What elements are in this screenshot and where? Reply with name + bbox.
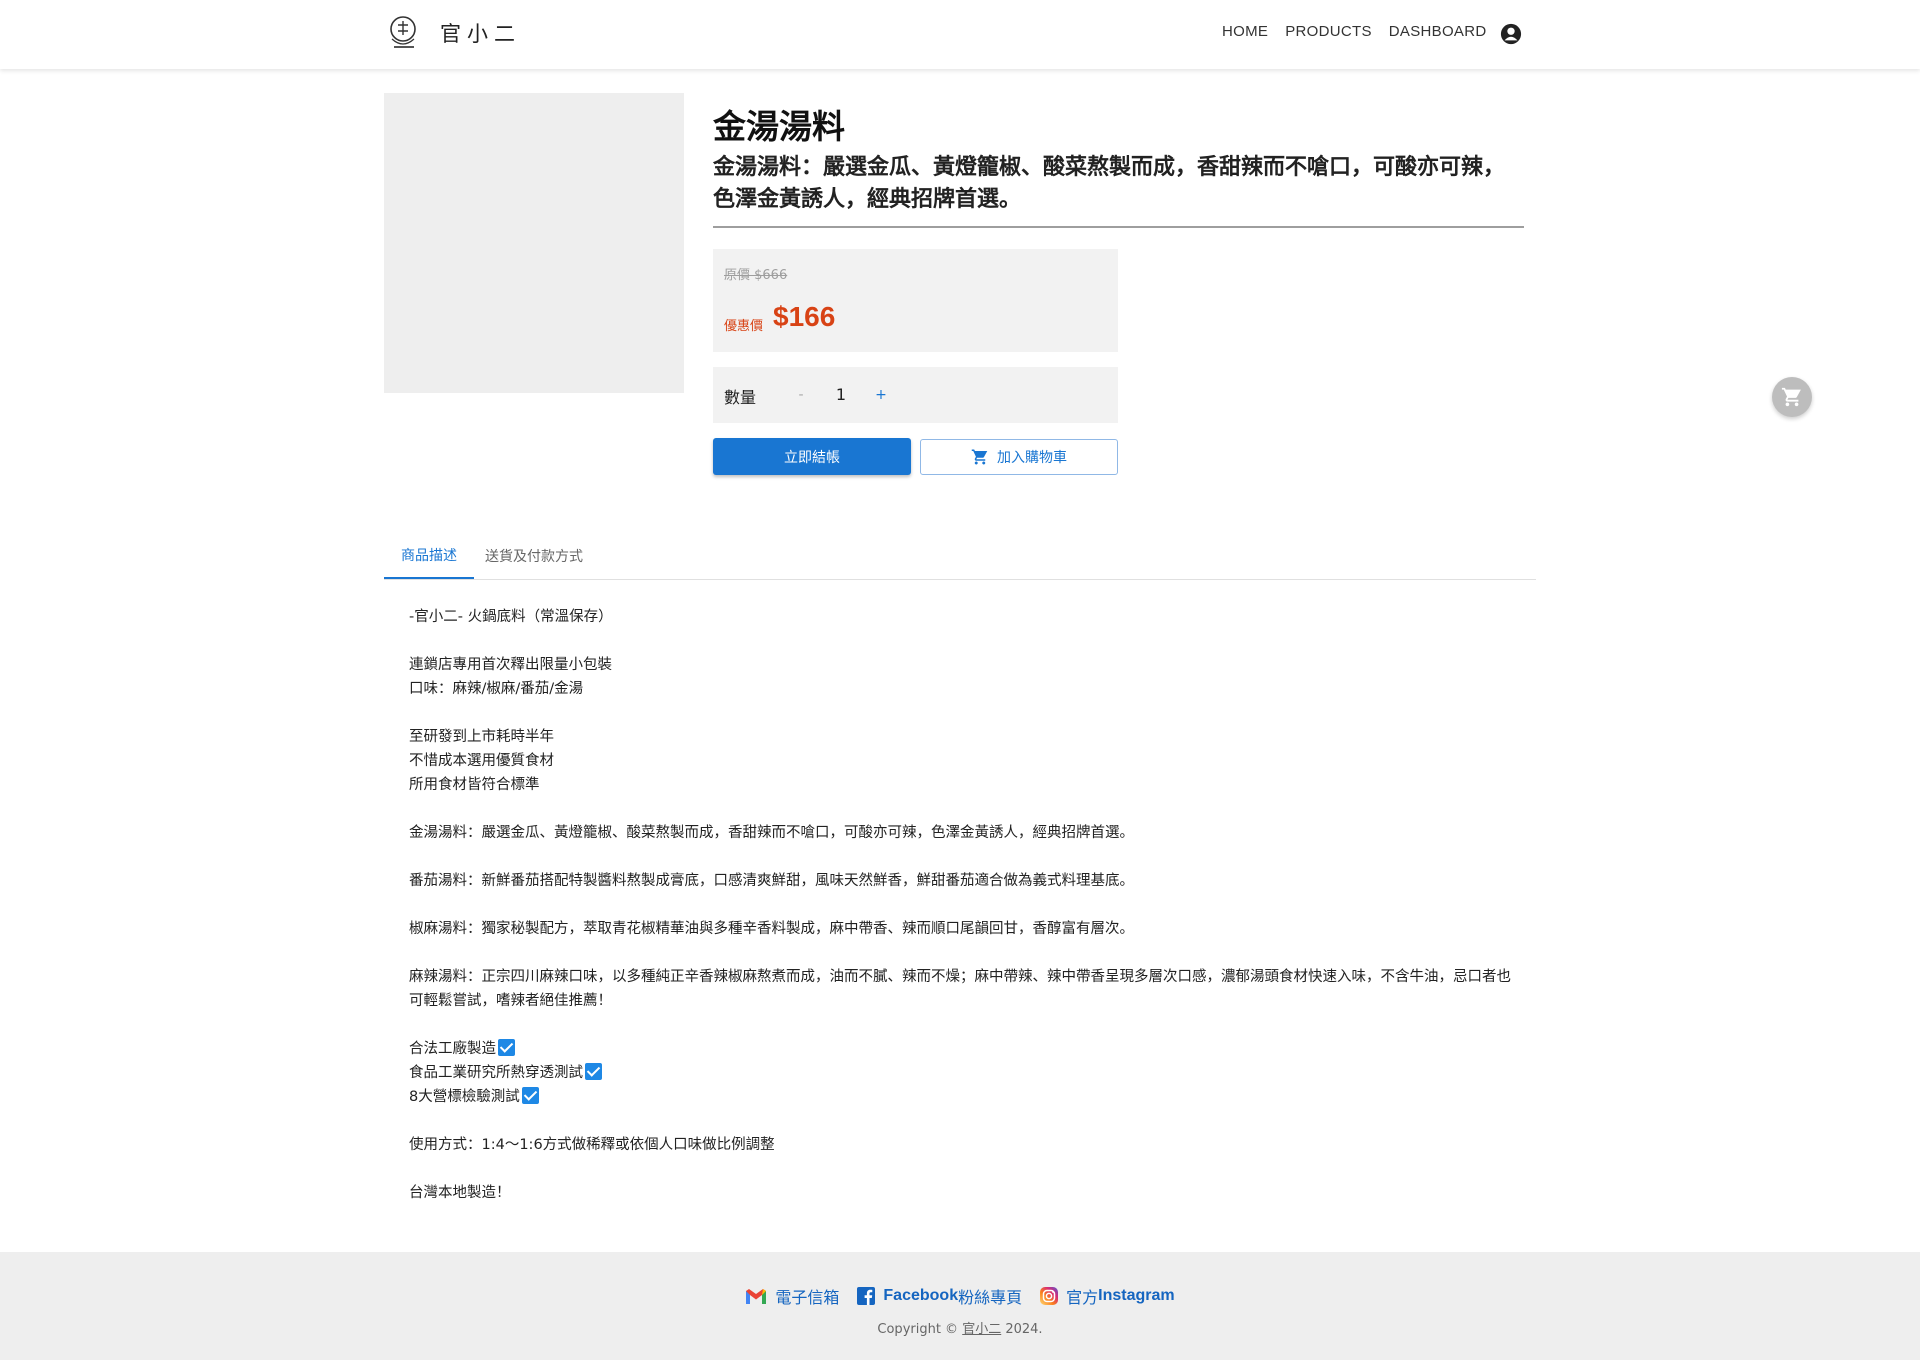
quantity-input[interactable]: 1: [816, 381, 866, 409]
description-line: 使用方式：1:4～1:6方式做稀釋或依個人口味做比例調整: [409, 1133, 1519, 1157]
description-line-text: 連鎖店專用首次釋出限量小包裝: [409, 657, 612, 673]
description-spacer: [409, 629, 1519, 653]
description-line: 連鎖店專用首次釋出限量小包裝: [409, 653, 1519, 677]
description-line-text: 食品工業研究所熱穿透測試: [409, 1065, 583, 1081]
brand-logo-icon[interactable]: [388, 15, 420, 51]
shopping-cart-icon: [971, 449, 988, 465]
copyright-prefix: Copyright ©: [877, 1322, 963, 1337]
instagram-link-pre: 官方: [1066, 1288, 1099, 1307]
copyright-year: 2024.: [1001, 1322, 1043, 1337]
quantity-label: 數量: [724, 388, 757, 407]
instagram-icon: [1040, 1287, 1059, 1305]
checkmark-icon: [585, 1063, 602, 1080]
description-line-text: 口味：麻辣/椒麻/番茄/金湯: [409, 681, 584, 697]
email-link[interactable]: 電子信箱: [745, 1284, 839, 1308]
quantity-increase-button[interactable]: +: [866, 381, 896, 409]
checkmark-icon: [498, 1039, 515, 1056]
description-line: 台灣本地製造！: [409, 1181, 1519, 1205]
description-line: 合法工廠製造: [409, 1037, 1519, 1061]
brand-name[interactable]: 官小二: [440, 18, 521, 48]
facebook-link[interactable]: Facebook 粉絲專頁: [857, 1284, 1022, 1308]
description-spacer: [409, 797, 1519, 821]
description-spacer: [409, 1013, 1519, 1037]
description-line: 番茄湯料：新鮮番茄搭配特製醬料熬製成膏底，口感清爽鮮甜，風味天然鮮香，鮮甜番茄適…: [409, 869, 1519, 893]
account-circle-icon[interactable]: [1500, 23, 1522, 45]
top-app-bar: 官小二 HOME PRODUCTS DASHBOARD: [0, 0, 1920, 69]
original-price: 原價 $666: [724, 268, 788, 283]
nav-home-link[interactable]: HOME: [1222, 23, 1268, 40]
description-line-text: 使用方式：1:4～1:6方式做稀釋或依個人口味做比例調整: [409, 1137, 775, 1153]
description-line-text: 不惜成本選用優質食材: [409, 753, 554, 769]
main-nav: HOME PRODUCTS DASHBOARD: [1222, 23, 1504, 40]
description-line-text: 8大營標檢驗測試: [409, 1089, 520, 1105]
gmail-icon: [746, 1288, 767, 1304]
shopping-cart-icon: [1781, 387, 1801, 407]
tab-shipping-payment[interactable]: 送貨及付款方式: [474, 533, 594, 579]
product-image-placeholder: [384, 93, 684, 393]
description-line: -官小二- 火鍋底料（常溫保存）: [409, 605, 1519, 629]
instagram-link-bold: Instagram: [1098, 1287, 1175, 1304]
description-line: 8大營標檢驗測試: [409, 1085, 1519, 1109]
description-spacer: [409, 941, 1519, 965]
footer-links: 電子信箱 Facebook 粉絲專頁 官方 Instagram: [0, 1284, 1920, 1308]
description-line-text: 所用食材皆符合標準: [409, 777, 540, 793]
sale-price: $166: [773, 301, 836, 332]
description-spacer: [409, 701, 1519, 725]
instagram-link[interactable]: 官方 Instagram: [1040, 1284, 1175, 1308]
description-line-text: 台灣本地製造！: [409, 1185, 511, 1201]
description-line: 食品工業研究所熱穿透測試: [409, 1061, 1519, 1085]
facebook-icon: [857, 1287, 876, 1305]
product-tabs: 商品描述 送貨及付款方式: [384, 533, 1536, 580]
add-to-cart-label: 加入購物車: [997, 450, 1067, 466]
facebook-link-bold: Facebook: [883, 1287, 959, 1304]
tab-description[interactable]: 商品描述: [384, 533, 474, 579]
description-line: 不惜成本選用優質食材: [409, 749, 1519, 773]
description-line-text: 麻辣湯料：正宗四川麻辣口味，以多種純正辛香辣椒麻熬煮而成，油而不膩、辣而不燥；麻…: [409, 969, 1511, 1009]
nav-dashboard-link[interactable]: DASHBOARD: [1389, 23, 1487, 40]
copyright-brand-link[interactable]: 官小二: [962, 1322, 1001, 1337]
product-summary: 金湯湯料：嚴選金瓜、黃燈籠椒、酸菜熬製而成，香甜辣而不嗆口，可酸亦可辣，色澤金黃…: [713, 155, 1506, 212]
checkout-now-label: 立即結帳: [784, 449, 840, 466]
floating-cart-button[interactable]: [1772, 377, 1812, 417]
description-line: 金湯湯料：嚴選金瓜、黃燈籠椒、酸菜熬製而成，香甜辣而不嗆口，可酸亦可辣，色澤金黃…: [409, 821, 1519, 845]
description-line-text: 至研發到上市耗時半年: [409, 729, 554, 745]
description-line: 所用食材皆符合標準: [409, 773, 1519, 797]
description-spacer: [409, 845, 1519, 869]
sale-price-label: 優惠價: [724, 319, 764, 334]
quantity-panel: 數量 - 1 +: [713, 367, 1118, 423]
description-line-text: 金湯湯料：嚴選金瓜、黃燈籠椒、酸菜熬製而成，香甜辣而不嗆口，可酸亦可辣，色澤金黃…: [409, 825, 1134, 841]
description-line: 至研發到上市耗時半年: [409, 725, 1519, 749]
description-spacer: [409, 1109, 1519, 1133]
title-divider: [713, 226, 1524, 228]
nav-products-link[interactable]: PRODUCTS: [1285, 23, 1372, 40]
description-line: 麻辣湯料：正宗四川麻辣口味，以多種純正辛香辣椒麻熬煮而成，油而不膩、辣而不燥；麻…: [409, 965, 1519, 1013]
description-line: 椒麻湯料：獨家秘製配方，萃取青花椒精華油與多種辛香料製成，麻中帶香、辣而順口尾韻…: [409, 917, 1519, 941]
checkout-now-button[interactable]: 立即結帳: [713, 438, 911, 475]
add-to-cart-button[interactable]: 加入購物車: [920, 439, 1118, 475]
copyright: Copyright © 官小二 2024.: [0, 1318, 1920, 1337]
product-title: 金湯湯料: [713, 107, 845, 146]
description-line-text: 番茄湯料：新鮮番茄搭配特製醬料熬製成膏底，口感清爽鮮甜，風味天然鮮香，鮮甜番茄適…: [409, 873, 1134, 889]
product-description: -官小二- 火鍋底料（常溫保存） 連鎖店專用首次釋出限量小包裝 口味：麻辣/椒麻/番…: [409, 605, 1519, 1205]
facebook-link-label: 粉絲專頁: [958, 1288, 1023, 1307]
footer: 電子信箱 Facebook 粉絲專頁 官方 Instagram Copyrigh…: [0, 1252, 1920, 1360]
description-line-text: 合法工廠製造: [409, 1041, 496, 1057]
quantity-decrease-button[interactable]: -: [786, 381, 816, 409]
description-spacer: [409, 1157, 1519, 1181]
price-panel: 原價 $666 優惠價 $166: [713, 249, 1118, 352]
checkmark-icon: [521, 1087, 539, 1104]
description-line-text: -官小二- 火鍋底料（常溫保存）: [409, 609, 613, 625]
email-link-label: 電子信箱: [775, 1288, 840, 1307]
description-spacer: [409, 893, 1519, 917]
description-line-text: 椒麻湯料：獨家秘製配方，萃取青花椒精華油與多種辛香料製成，麻中帶香、辣而順口尾韻…: [409, 921, 1134, 937]
description-line: 口味：麻辣/椒麻/番茄/金湯: [409, 677, 1519, 701]
